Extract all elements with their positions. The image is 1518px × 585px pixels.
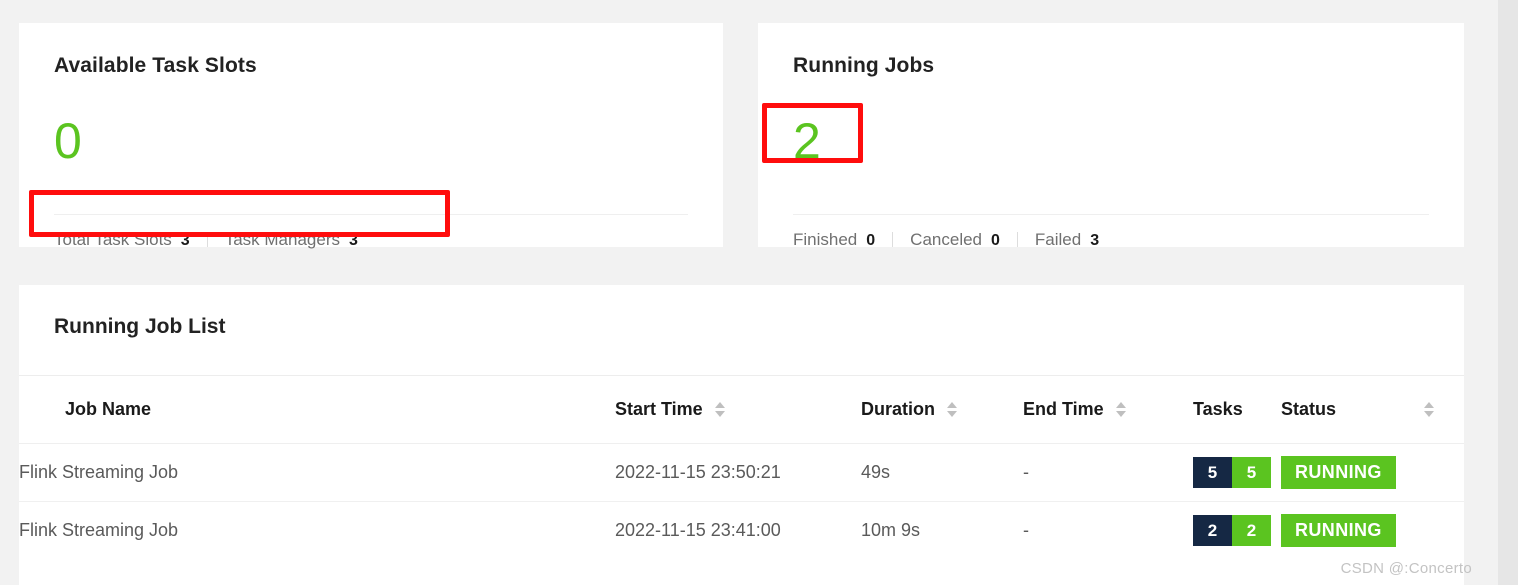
cell-end-time: - bbox=[1023, 443, 1193, 502]
available-task-slots-value: 0 bbox=[54, 113, 82, 169]
caret-up-icon[interactable] bbox=[1115, 402, 1126, 408]
sort-arrows-icon[interactable] bbox=[1424, 402, 1434, 417]
total-task-slots-stat: Total Task Slots 3 bbox=[54, 230, 190, 250]
finished-jobs-value: 0 bbox=[866, 232, 876, 249]
cell-tasks: 5 5 bbox=[1193, 443, 1281, 502]
column-header-label: Job Name bbox=[65, 399, 152, 419]
cell-status: RUNNING bbox=[1281, 443, 1464, 502]
available-task-slots-title: Available Task Slots bbox=[54, 54, 257, 77]
task-managers-stat: Task Managers 3 bbox=[225, 230, 358, 250]
column-header-end-time[interactable]: End Time bbox=[1023, 376, 1193, 444]
table-row[interactable]: Flink Streaming Job 2022-11-15 23:50:21 … bbox=[19, 443, 1464, 502]
column-header-label: Tasks bbox=[1193, 399, 1243, 419]
cell-job-name[interactable]: Flink Streaming Job bbox=[19, 502, 615, 560]
caret-down-icon[interactable] bbox=[714, 411, 725, 417]
tasks-total-count: 2 bbox=[1193, 515, 1232, 546]
cell-duration: 49s bbox=[861, 443, 1023, 502]
dashboard-viewport: Available Task Slots 0 Total Task Slots … bbox=[0, 0, 1498, 585]
table-header-row: Job Name Start Time Duration End Time Ta… bbox=[19, 376, 1464, 444]
column-header-start-time[interactable]: Start Time bbox=[615, 376, 861, 444]
caret-down-icon[interactable] bbox=[1115, 411, 1126, 417]
page-scrollbar[interactable] bbox=[1498, 0, 1518, 585]
card-divider bbox=[54, 214, 688, 215]
tasks-running-count: 5 bbox=[1232, 457, 1271, 488]
cell-tasks: 2 2 bbox=[1193, 502, 1281, 560]
running-jobs-card: Running Jobs 2 Finished 0 Canceled 0 Fai… bbox=[758, 23, 1464, 250]
sort-arrows-icon[interactable] bbox=[947, 402, 957, 417]
total-task-slots-label: Total Task Slots bbox=[54, 230, 172, 249]
canceled-jobs-value: 0 bbox=[991, 232, 1000, 249]
cell-end-time: - bbox=[1023, 520, 1029, 540]
available-task-slots-footer: Total Task Slots 3 Task Managers 3 bbox=[54, 230, 358, 250]
table-row[interactable]: Flink Streaming Job 2022-11-15 23:41:00 … bbox=[19, 502, 1464, 560]
column-header-tasks[interactable]: Tasks bbox=[1193, 376, 1281, 444]
failed-jobs-label: Failed bbox=[1034, 230, 1082, 249]
status-badge: RUNNING bbox=[1281, 514, 1396, 547]
column-header-label: End Time bbox=[1023, 399, 1104, 419]
column-header-status[interactable]: Status bbox=[1281, 376, 1464, 444]
finished-jobs-label: Finished bbox=[793, 230, 858, 249]
caret-up-icon[interactable] bbox=[714, 402, 725, 408]
total-task-slots-value: 3 bbox=[180, 232, 190, 249]
cell-duration: 10m 9s bbox=[861, 520, 921, 540]
sort-arrows-icon[interactable] bbox=[1115, 402, 1126, 417]
tasks-running-count: 2 bbox=[1232, 515, 1271, 546]
column-header-label: Status bbox=[1281, 399, 1337, 419]
column-header-label: Start Time bbox=[615, 399, 703, 419]
running-job-list-title: Running Job List bbox=[54, 315, 226, 338]
failed-jobs-value: 3 bbox=[1090, 232, 1100, 249]
sort-arrows-icon[interactable] bbox=[714, 402, 725, 417]
canceled-jobs-stat: Canceled 0 bbox=[910, 230, 1000, 250]
cell-start-time: 2022-11-15 23:41:00 bbox=[615, 520, 781, 540]
running-job-list-table: Job Name Start Time Duration End Time Ta… bbox=[19, 376, 1464, 559]
failed-jobs-stat: Failed 3 bbox=[1035, 230, 1099, 250]
cell-start-time: 2022-11-15 23:50:21 bbox=[615, 443, 861, 502]
caret-down-icon[interactable] bbox=[1424, 411, 1434, 417]
running-job-list-card: Running Job List Job Name Start Time Dur… bbox=[19, 285, 1464, 585]
task-managers-label: Task Managers bbox=[224, 230, 340, 249]
cell-status: RUNNING bbox=[1281, 502, 1464, 560]
finished-jobs-stat: Finished 0 bbox=[793, 230, 875, 250]
column-header-duration[interactable]: Duration bbox=[861, 376, 1023, 444]
caret-down-icon[interactable] bbox=[947, 411, 957, 417]
running-jobs-value: 2 bbox=[793, 113, 821, 169]
tasks-badge: 5 5 bbox=[1193, 457, 1271, 488]
footer-separator bbox=[892, 231, 894, 247]
available-task-slots-card: Available Task Slots 0 Total Task Slots … bbox=[19, 23, 723, 250]
caret-up-icon[interactable] bbox=[947, 402, 957, 408]
column-header-label: Duration bbox=[861, 399, 935, 419]
footer-separator bbox=[206, 231, 208, 247]
footer-separator bbox=[1016, 231, 1018, 247]
cell-job-name[interactable]: Flink Streaming Job bbox=[19, 443, 615, 502]
column-header-job-name[interactable]: Job Name bbox=[19, 376, 615, 444]
card-divider bbox=[793, 214, 1429, 215]
watermark: CSDN @:Concerto bbox=[1340, 560, 1472, 577]
running-jobs-title: Running Jobs bbox=[793, 54, 935, 77]
running-jobs-footer: Finished 0 Canceled 0 Failed 3 bbox=[793, 230, 1099, 250]
tasks-badge: 2 2 bbox=[1193, 515, 1271, 546]
task-managers-value: 3 bbox=[348, 232, 358, 249]
caret-up-icon[interactable] bbox=[1424, 402, 1434, 408]
canceled-jobs-label: Canceled bbox=[910, 230, 982, 249]
status-badge: RUNNING bbox=[1281, 456, 1396, 489]
tasks-total-count: 5 bbox=[1193, 457, 1232, 488]
